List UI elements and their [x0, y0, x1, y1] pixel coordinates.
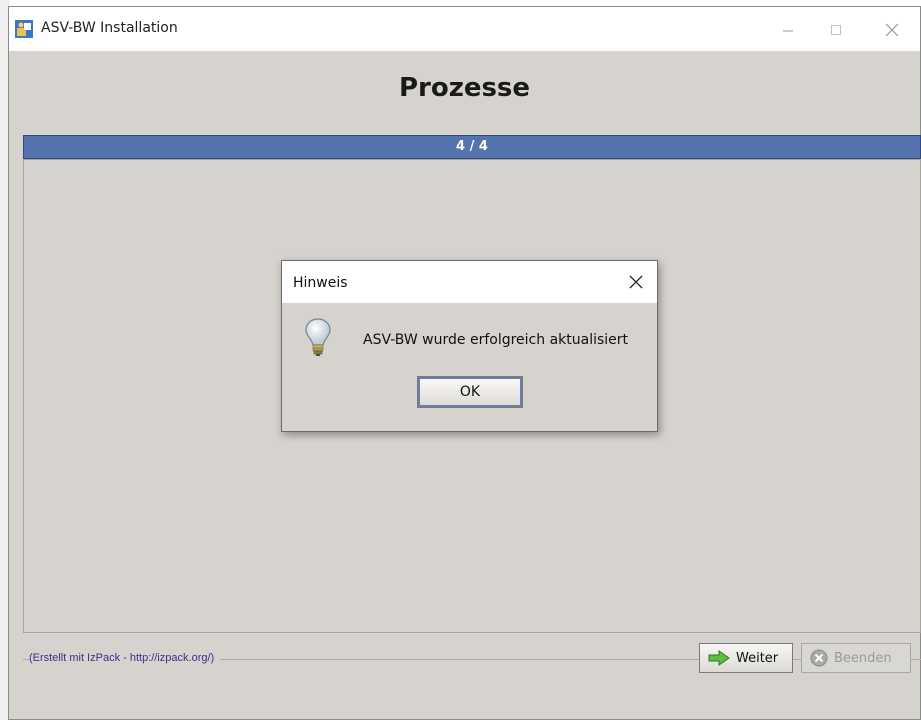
izpack-credit: (Erstellt mit IzPack - http://izpack.org…	[29, 652, 221, 664]
lightbulb-icon	[305, 318, 331, 356]
close-button[interactable]	[872, 15, 912, 45]
progress-label: 4 / 4	[456, 139, 488, 154]
dialog-title-bar: Hinweis	[282, 261, 657, 303]
window-title: ASV-BW Installation	[41, 20, 178, 36]
info-dialog: Hinweis ASV-BW wurde erfolgreich aktuali…	[281, 260, 658, 432]
title-bar: ASV-BW Installation	[9, 7, 920, 51]
maximize-icon	[831, 25, 841, 35]
close-icon	[885, 23, 899, 37]
close-icon	[629, 275, 643, 289]
quit-button-label: Beenden	[834, 650, 892, 666]
next-button-label: Weiter	[736, 650, 779, 666]
cancel-circle-icon	[810, 649, 828, 667]
dialog-message: ASV-BW wurde erfolgreich aktualisiert	[363, 332, 629, 348]
ok-button[interactable]: OK	[417, 376, 523, 408]
dialog-title: Hinweis	[293, 275, 348, 291]
minimize-button[interactable]	[768, 15, 808, 45]
next-button[interactable]: Weiter	[699, 643, 793, 673]
quit-button[interactable]: Beenden	[801, 643, 911, 673]
minimize-icon	[783, 30, 793, 32]
page-title: Prozesse	[398, 73, 531, 103]
installer-icon	[15, 20, 33, 38]
arrow-right-icon	[708, 650, 730, 666]
maximize-button[interactable]	[816, 15, 856, 45]
dialog-close-button[interactable]	[625, 271, 647, 293]
progress-bar: 4 / 4	[23, 135, 921, 159]
